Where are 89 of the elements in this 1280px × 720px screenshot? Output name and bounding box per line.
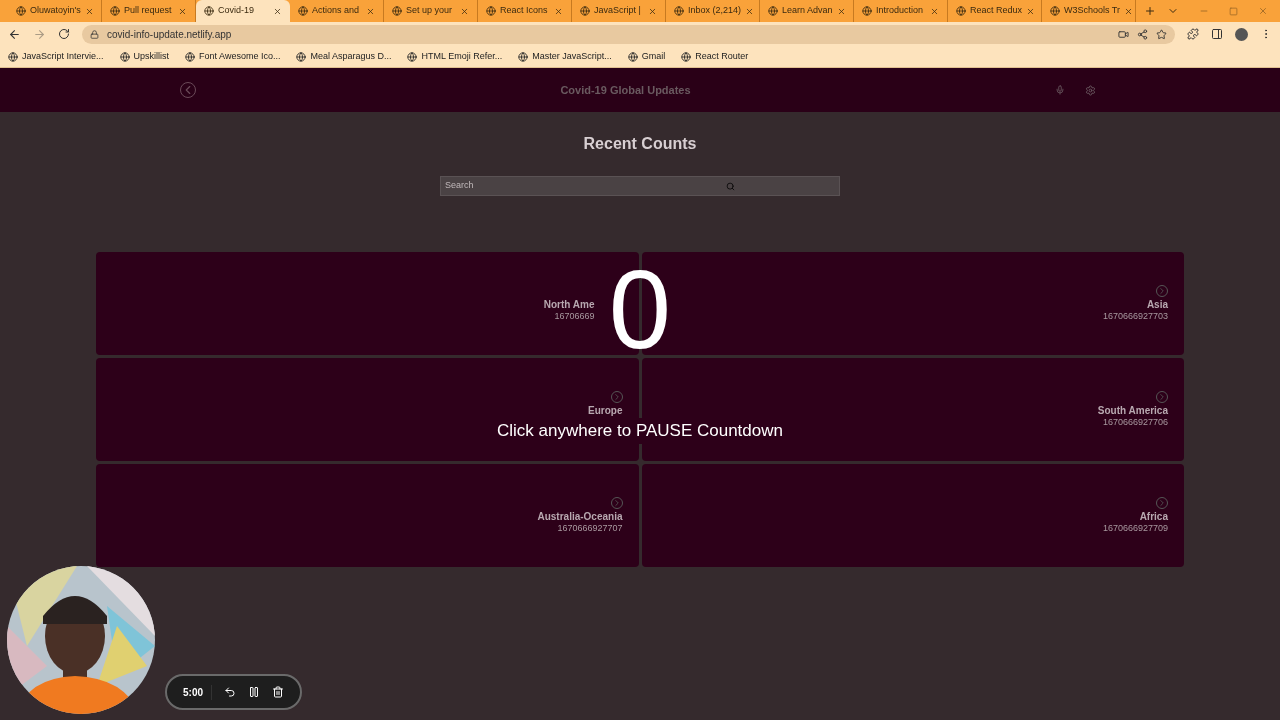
site-icon bbox=[486, 6, 496, 16]
close-icon[interactable] bbox=[273, 6, 282, 16]
pause-icon[interactable] bbox=[248, 686, 260, 698]
region-count: 1670666927707 bbox=[557, 523, 623, 534]
tab-title: React Icons bbox=[500, 4, 549, 18]
tab-title: Set up your bbox=[406, 4, 454, 18]
back-icon[interactable] bbox=[8, 27, 21, 41]
bookmark[interactable]: Meal Asparagus D... bbox=[296, 49, 392, 64]
site-icon bbox=[580, 6, 590, 16]
close-icon[interactable] bbox=[1124, 6, 1134, 16]
extensions-icon[interactable] bbox=[1187, 28, 1199, 40]
address-bar[interactable]: covid-info-update.netlify.app bbox=[82, 24, 1175, 44]
search-field[interactable]: Search bbox=[440, 176, 840, 196]
site-icon bbox=[768, 6, 778, 16]
reload-icon[interactable] bbox=[58, 28, 70, 40]
site-icon bbox=[185, 51, 196, 62]
site-icon bbox=[1050, 6, 1060, 16]
site-icon bbox=[296, 51, 307, 62]
region-name: Australia-Oceania bbox=[537, 511, 623, 523]
countdown-message: Click anywhere to PAUSE Countdown bbox=[497, 418, 783, 444]
site-icon bbox=[392, 6, 402, 16]
site-icon bbox=[674, 6, 684, 16]
lock-icon bbox=[90, 29, 99, 39]
region-count: 1670666927709 bbox=[1102, 523, 1168, 534]
timer-text: 5:00 bbox=[183, 684, 212, 700]
tab-title: Oluwatoyin's bbox=[30, 4, 81, 18]
site-icon bbox=[8, 51, 18, 62]
region-count: 1670666927706 bbox=[1102, 417, 1168, 428]
settings-icon[interactable] bbox=[1085, 84, 1096, 96]
new-tab-icon[interactable] bbox=[1144, 5, 1156, 17]
region-card[interactable]: Africa 1670666927709 bbox=[641, 464, 1184, 567]
bookmark[interactable]: JavaScript Intervie... bbox=[8, 49, 104, 64]
undo-icon[interactable] bbox=[224, 686, 236, 698]
site-icon bbox=[119, 51, 130, 62]
site-icon bbox=[204, 6, 214, 16]
tab-title: Learn Advan bbox=[782, 4, 833, 18]
close-icon[interactable] bbox=[930, 6, 939, 16]
profile-avatar[interactable] bbox=[1235, 27, 1248, 41]
site-icon bbox=[16, 6, 26, 16]
section-heading: Recent Counts bbox=[583, 134, 697, 154]
bookmark[interactable]: HTML Emoji Refer... bbox=[407, 49, 503, 64]
region-count: 1670666927703 bbox=[1102, 311, 1168, 322]
region-name: North Ame bbox=[543, 299, 595, 311]
tab-title: Inbox (2,214) bbox=[688, 4, 742, 18]
url-text: covid-info-update.netlify.app bbox=[107, 27, 233, 42]
bookmark[interactable]: Font Awesome Ico... bbox=[185, 49, 281, 64]
tab-title: W3Schools Tr bbox=[1064, 4, 1121, 18]
close-icon[interactable] bbox=[836, 6, 846, 16]
camera-icon[interactable] bbox=[1118, 28, 1129, 40]
close-icon[interactable] bbox=[1026, 6, 1036, 16]
tab-title: React Redux bbox=[970, 4, 1023, 18]
close-icon[interactable] bbox=[648, 6, 657, 16]
delete-icon[interactable] bbox=[272, 686, 284, 698]
site-icon bbox=[110, 6, 120, 16]
region-count: 16706669 bbox=[554, 311, 595, 322]
site-icon bbox=[298, 6, 308, 16]
search-input[interactable]: Search bbox=[445, 179, 726, 193]
mic-icon[interactable] bbox=[1055, 85, 1065, 95]
close-icon[interactable] bbox=[554, 6, 563, 16]
bookmark[interactable]: Upskillist bbox=[119, 49, 170, 64]
bookmark[interactable]: React Router bbox=[681, 49, 749, 64]
close-icon[interactable] bbox=[178, 6, 187, 16]
site-icon bbox=[862, 6, 872, 16]
site-icon bbox=[681, 51, 692, 62]
tab-title: Pull request bbox=[124, 4, 173, 18]
site-icon bbox=[956, 6, 966, 16]
browser-tab[interactable]: Covid-19 bbox=[196, 0, 290, 22]
region-name: Africa bbox=[1139, 511, 1168, 523]
close-icon[interactable] bbox=[84, 6, 94, 16]
share-icon[interactable] bbox=[1137, 28, 1148, 40]
close-icon[interactable] bbox=[366, 6, 375, 16]
region-name: South America bbox=[1097, 405, 1168, 417]
close-icon[interactable] bbox=[745, 6, 755, 16]
tab-title: JavaScript | bbox=[594, 4, 642, 18]
tab-title: Actions and bbox=[312, 4, 361, 18]
site-icon bbox=[518, 51, 529, 62]
close-icon[interactable] bbox=[460, 6, 469, 16]
site-icon bbox=[407, 51, 418, 62]
app-title: Covid-19 Global Updates bbox=[559, 82, 692, 98]
tab-title: Introduction bbox=[876, 4, 925, 18]
bookmark[interactable]: Gmail bbox=[627, 49, 666, 64]
side-panel-icon[interactable] bbox=[1211, 28, 1223, 40]
region-card[interactable]: Australia-Oceania 1670666927707 bbox=[96, 464, 639, 567]
bookmark-star-icon[interactable] bbox=[1156, 28, 1167, 40]
region-name: Asia bbox=[1146, 299, 1168, 311]
site-icon bbox=[627, 51, 638, 62]
region-name: Europe bbox=[588, 405, 623, 417]
bookmark[interactable]: Master JavaScript... bbox=[518, 49, 612, 64]
tab-title: Covid-19 bbox=[218, 4, 256, 18]
